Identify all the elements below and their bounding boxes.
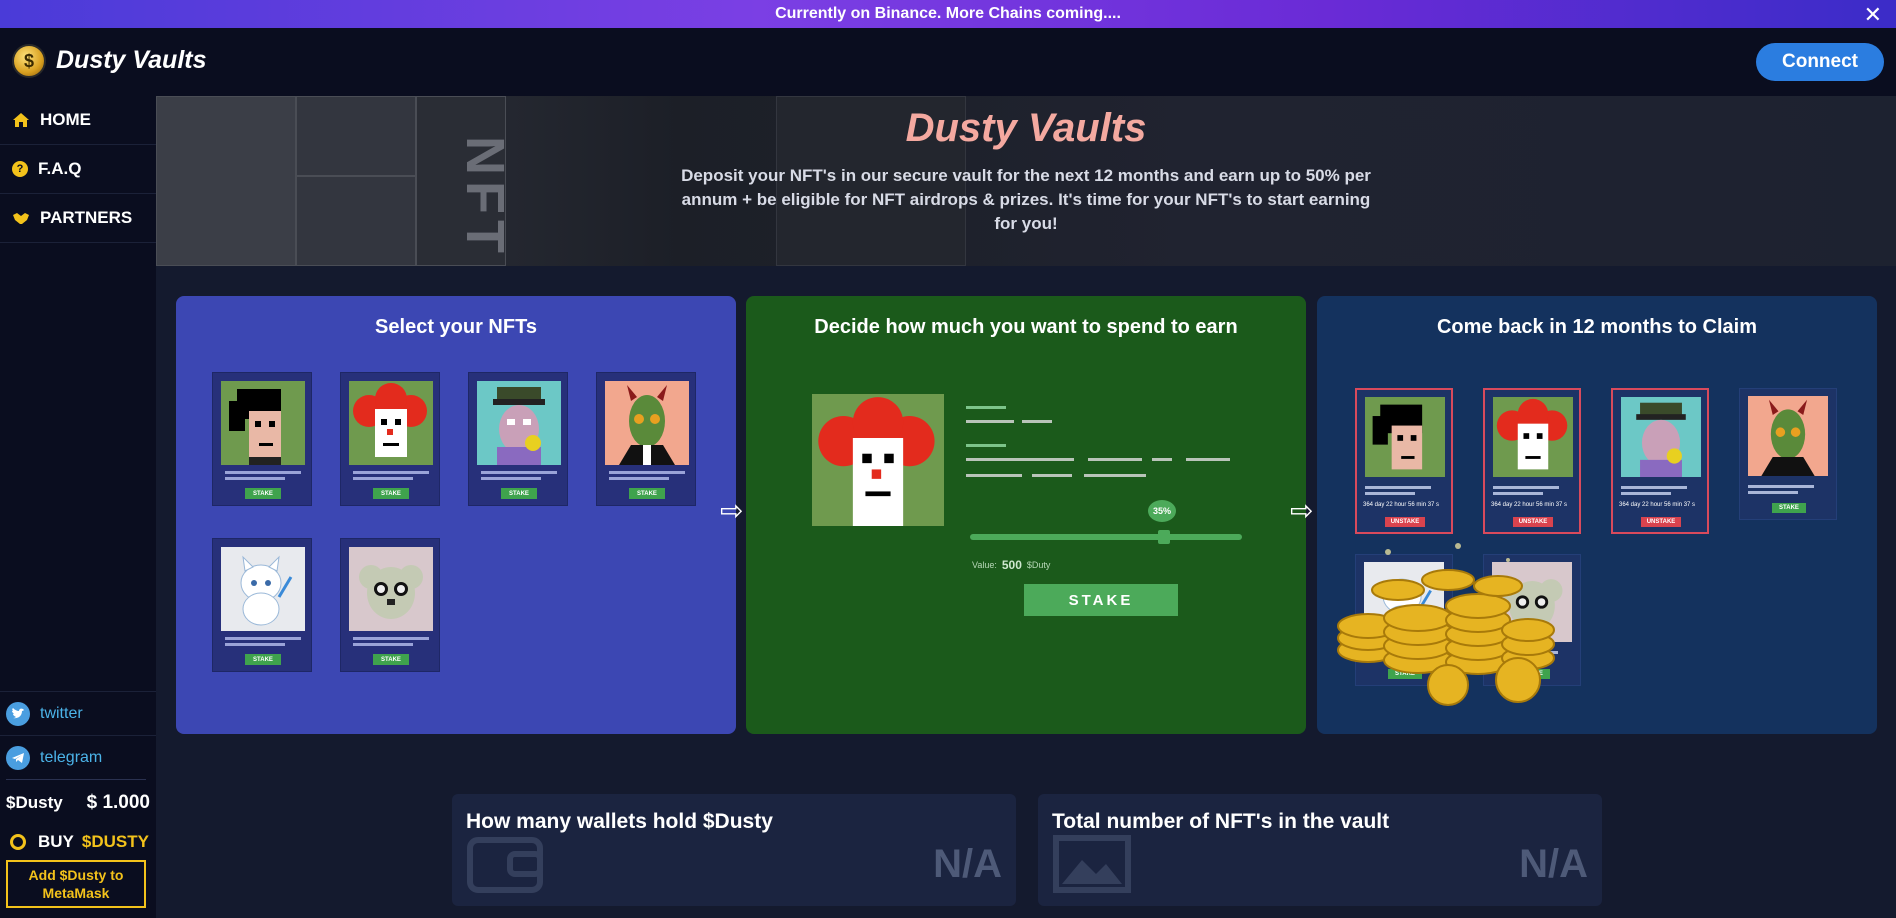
coin-ring-icon	[10, 834, 26, 850]
stake-button[interactable]: STAKE	[245, 654, 281, 665]
nft-green-koala-image	[349, 547, 433, 631]
nft-card[interactable]: STAKE	[596, 372, 696, 506]
sidebar-item-partners[interactable]: PARTNERS	[0, 194, 156, 243]
sidebar-divider	[6, 779, 146, 780]
image-icon	[1053, 835, 1131, 893]
arrow-right-icon: ⇨	[1290, 495, 1314, 526]
unstake-button[interactable]: UNSTAKE	[1385, 517, 1425, 527]
holders-stat-card: How many wallets hold $Dusty N/A	[452, 794, 1016, 906]
twitter-link[interactable]: twitter	[0, 691, 156, 735]
wallet-icon	[467, 837, 543, 893]
top-bar: $ Dusty Vaults Connect	[0, 28, 1896, 96]
telegram-label: telegram	[40, 748, 103, 766]
hero-title: Dusty Vaults	[905, 106, 1147, 150]
nft-card[interactable]: STAKE	[1739, 388, 1837, 520]
home-icon	[12, 111, 30, 129]
sidebar-item-faq[interactable]: ? F.A.Q	[0, 145, 156, 194]
price-ticker: $Dusty $ 1.000	[6, 792, 150, 814]
buy-label: BUY	[38, 832, 74, 851]
lock-countdown: 364 day 22 hour 56 min 37 s	[1491, 502, 1568, 508]
telegram-link[interactable]: telegram	[0, 735, 156, 779]
unstake-button[interactable]: UNSTAKE	[1513, 517, 1553, 527]
stake-button[interactable]: STAKE	[373, 488, 409, 499]
nft-card[interactable]: STAKE	[212, 538, 312, 672]
vault-nft-count-card: Total number of NFT's in the vault N/A	[1038, 794, 1602, 906]
percent-badge: 35%	[1148, 500, 1176, 522]
nft-card[interactable]: STAKE	[212, 372, 312, 506]
arrow-right-icon: ⇨	[720, 495, 744, 526]
stake-button[interactable]: STAKE	[1024, 584, 1178, 616]
nft-punk-black-hair-image	[221, 381, 305, 465]
value-label: Value:	[972, 560, 997, 570]
staked-nft-card[interactable]: 364 day 22 hour 56 min 37 s UNSTAKE	[1611, 388, 1709, 534]
add-to-metamask-button[interactable]: Add $Dusty to MetaMask	[6, 860, 146, 908]
spend-slider[interactable]	[970, 534, 1242, 540]
sidebar-item-label: HOME	[40, 110, 91, 129]
price-ticker-symbol: $Dusty	[6, 793, 63, 812]
handshake-icon	[12, 209, 30, 227]
sidebar-item-label: PARTNERS	[40, 208, 133, 227]
stake-button[interactable]: STAKE	[1772, 503, 1806, 513]
buy-token: $DUSTY	[81, 832, 149, 851]
vault-count-value: N/A	[1519, 842, 1588, 886]
staked-nft-card[interactable]: 364 day 22 hour 56 min 37 s UNSTAKE	[1355, 388, 1453, 534]
nft-punk-clown-image	[1493, 397, 1573, 477]
nft-white-cat-image	[221, 547, 305, 631]
app-title[interactable]: Dusty Vaults	[56, 46, 207, 75]
value-amount: 500	[1001, 558, 1022, 572]
unstake-button[interactable]: UNSTAKE	[1641, 517, 1681, 527]
telegram-icon	[6, 745, 30, 770]
nft-ape-image	[477, 381, 561, 465]
nft-card[interactable]: STAKE	[340, 372, 440, 506]
hero-section: NFT Dusty Vaults Deposit your NFT's in o…	[156, 96, 1896, 266]
twitter-icon	[6, 701, 30, 726]
connect-button[interactable]: Connect	[1756, 43, 1884, 81]
step-decide-spend: Decide how much you want to spend to ear…	[746, 296, 1306, 734]
twitter-label: twitter	[40, 704, 83, 722]
lock-countdown: 364 day 22 hour 56 min 37 s	[1619, 502, 1696, 508]
close-icon[interactable]: ✕	[1864, 2, 1882, 28]
nft-card[interactable]: STAKE	[468, 372, 568, 506]
staked-nft-card[interactable]: 364 day 22 hour 56 min 37 s UNSTAKE	[1483, 388, 1581, 534]
nft-punk-clown-image	[349, 381, 433, 465]
announcement-banner: Currently on Binance. More Chains coming…	[0, 0, 1896, 28]
question-icon: ?	[12, 161, 28, 177]
sidebar-item-home[interactable]: HOME	[0, 96, 156, 145]
selected-nft-clown-image	[812, 394, 944, 526]
nft-ape-image	[1621, 397, 1701, 477]
gold-coins-image	[1337, 543, 1555, 706]
step-title: Come back in 12 months to Claim	[1436, 316, 1758, 338]
step-title: Select your NFTs	[375, 316, 537, 338]
step-select-nfts: Select your NFTs STAKE STAKE STAKE STAKE…	[176, 296, 736, 734]
nft-devil-image	[1748, 396, 1828, 476]
logo-coin-icon: $	[12, 44, 46, 78]
stake-button[interactable]: STAKE	[245, 488, 281, 499]
banner-text: Currently on Binance. More Chains coming…	[775, 5, 1121, 22]
value-display: Value: 500 $Duty	[972, 558, 1050, 572]
hero-description: Deposit your NFT's in our secure vault f…	[681, 166, 1371, 233]
lock-countdown: 364 day 22 hour 56 min 37 s	[1363, 502, 1440, 508]
stake-button[interactable]: STAKE	[629, 488, 665, 499]
sidebar-item-label: F.A.Q	[38, 159, 82, 178]
step-title: Decide how much you want to spend to ear…	[814, 316, 1238, 338]
buy-dusty-link[interactable]: BUY $DUSTY	[10, 832, 149, 852]
holders-label: How many wallets hold $Dusty	[466, 810, 773, 833]
nft-card[interactable]: STAKE	[340, 538, 440, 672]
slider-handle[interactable]	[1158, 530, 1170, 544]
holders-value: N/A	[933, 842, 1002, 886]
value-unit: $Duty	[1026, 560, 1051, 570]
price-value: $ 1.000	[86, 792, 150, 813]
hero-bg-tile	[296, 176, 416, 266]
stake-button[interactable]: STAKE	[373, 654, 409, 665]
vault-count-label: Total number of NFT's in the vault	[1052, 810, 1390, 833]
nft-punk-black-hair-image	[1365, 397, 1445, 477]
stake-button[interactable]: STAKE	[501, 488, 537, 499]
nft-devil-image	[605, 381, 689, 465]
hero-bg-nft-lettering: NFT	[455, 136, 515, 259]
